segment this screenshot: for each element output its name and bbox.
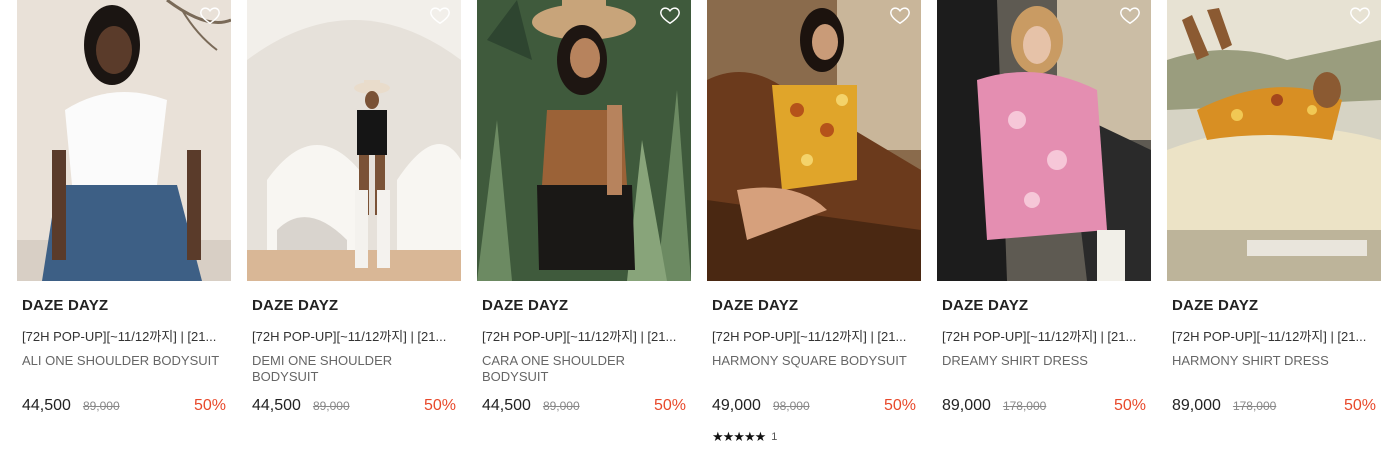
- product-name[interactable]: ALI ONE SHOULDER BODYSUIT: [17, 353, 231, 385]
- original-price: 178,000: [1232, 399, 1277, 413]
- product-promo[interactable]: [72H POP-UP][~11/12까지] | [21...: [707, 326, 921, 345]
- product-promo[interactable]: [72H POP-UP][~11/12까지] | [21...: [247, 326, 461, 345]
- sale-price: 89,000: [942, 397, 991, 414]
- price-row: 89,000 178,000 50%: [1167, 397, 1381, 415]
- price-row: 44,500 89,000 50%: [17, 397, 231, 415]
- sale-price: 44,500: [252, 397, 301, 414]
- sale-price: 44,500: [22, 397, 71, 414]
- product-promo[interactable]: [72H POP-UP][~11/12까지] | [21...: [1167, 326, 1381, 345]
- wishlist-heart-icon[interactable]: [199, 4, 221, 26]
- price-row: 89,000 178,000 50%: [937, 397, 1151, 415]
- price-row: 44,500 89,000 50%: [247, 397, 461, 415]
- product-promo[interactable]: [72H POP-UP][~11/12까지] | [21...: [937, 326, 1151, 345]
- sale-price: 44,500: [482, 397, 531, 414]
- discount-rate: 50%: [423, 397, 456, 414]
- product-image[interactable]: [937, 0, 1151, 281]
- original-price: 98,000: [772, 399, 810, 413]
- product-brand[interactable]: DAZE DAYZ: [247, 297, 461, 314]
- wishlist-heart-icon[interactable]: [1349, 4, 1371, 26]
- original-price: 89,000: [312, 399, 350, 413]
- product-brand[interactable]: DAZE DAYZ: [937, 297, 1151, 314]
- product-brand[interactable]: DAZE DAYZ: [17, 297, 231, 314]
- price-row: 49,000 98,000 50%: [707, 397, 921, 415]
- product-card[interactable]: DAZE DAYZ [72H POP-UP][~11/12까지] | [21..…: [17, 0, 231, 445]
- review-count: 1: [771, 431, 778, 443]
- product-promo[interactable]: [72H POP-UP][~11/12까지] | [21...: [17, 326, 231, 345]
- product-name[interactable]: DREAMY SHIRT DRESS: [937, 353, 1151, 385]
- product-image[interactable]: [1167, 0, 1381, 281]
- discount-rate: 50%: [1113, 397, 1146, 414]
- product-card[interactable]: DAZE DAYZ [72H POP-UP][~11/12까지] | [21..…: [937, 0, 1151, 445]
- product-card[interactable]: DAZE DAYZ [72H POP-UP][~11/12까지] | [21..…: [707, 0, 921, 445]
- discount-rate: 50%: [883, 397, 916, 414]
- wishlist-heart-icon[interactable]: [1119, 4, 1141, 26]
- product-brand[interactable]: DAZE DAYZ: [707, 297, 921, 314]
- product-image[interactable]: [477, 0, 691, 281]
- original-price: 89,000: [82, 399, 120, 413]
- review-rating[interactable]: ★★★★★ 1: [707, 429, 921, 445]
- original-price: 89,000: [542, 399, 580, 413]
- discount-rate: 50%: [1343, 397, 1376, 414]
- sale-price: 49,000: [712, 397, 761, 414]
- product-name[interactable]: HARMONY SQUARE BODYSUIT: [707, 353, 921, 385]
- sale-price: 89,000: [1172, 397, 1221, 414]
- product-image[interactable]: [247, 0, 461, 281]
- discount-rate: 50%: [653, 397, 686, 414]
- product-card[interactable]: DAZE DAYZ [72H POP-UP][~11/12까지] | [21..…: [1167, 0, 1381, 445]
- product-brand[interactable]: DAZE DAYZ: [477, 297, 691, 314]
- product-image[interactable]: [17, 0, 231, 281]
- product-name[interactable]: CARA ONE SHOULDER BODYSUIT: [477, 353, 691, 385]
- product-name[interactable]: HARMONY SHIRT DRESS: [1167, 353, 1381, 385]
- product-card[interactable]: DAZE DAYZ [72H POP-UP][~11/12까지] | [21..…: [477, 0, 691, 445]
- wishlist-heart-icon[interactable]: [429, 4, 451, 26]
- wishlist-heart-icon[interactable]: [889, 4, 911, 26]
- product-card[interactable]: DAZE DAYZ [72H POP-UP][~11/12까지] | [21..…: [247, 0, 461, 445]
- star-icon: ★★★★★: [712, 429, 766, 444]
- product-grid: DAZE DAYZ [72H POP-UP][~11/12까지] | [21..…: [17, 0, 1381, 445]
- original-price: 178,000: [1002, 399, 1047, 413]
- product-promo[interactable]: [72H POP-UP][~11/12까지] | [21...: [477, 326, 691, 345]
- product-brand[interactable]: DAZE DAYZ: [1167, 297, 1381, 314]
- wishlist-heart-icon[interactable]: [659, 4, 681, 26]
- product-image[interactable]: [707, 0, 921, 281]
- product-name[interactable]: DEMI ONE SHOULDER BODYSUIT: [247, 353, 461, 385]
- discount-rate: 50%: [193, 397, 226, 414]
- price-row: 44,500 89,000 50%: [477, 397, 691, 415]
